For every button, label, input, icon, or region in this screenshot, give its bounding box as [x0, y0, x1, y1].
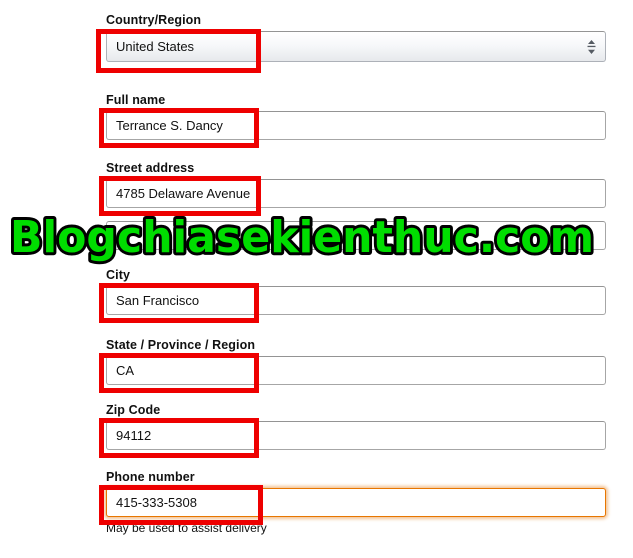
address-form-screenshot: Country/Region United States Full name T…: [0, 0, 633, 558]
input-phone-number[interactable]: [106, 488, 606, 517]
helper-text-phone-number: May be used to assist delivery: [106, 521, 267, 535]
field-group-full-name: Full name: [106, 93, 606, 140]
field-group-street-address-2: [106, 221, 606, 250]
input-state-province-region[interactable]: [106, 356, 606, 385]
field-group-phone-number: Phone number May be used to assist deliv…: [106, 470, 606, 536]
label-phone-number: Phone number: [106, 470, 195, 484]
select-country-region[interactable]: United States: [106, 31, 606, 62]
field-group-city: City: [106, 268, 606, 315]
label-full-name: Full name: [106, 93, 166, 107]
input-full-name[interactable]: [106, 111, 606, 140]
input-city[interactable]: [106, 286, 606, 315]
label-city: City: [106, 268, 131, 282]
shipping-address-form: Country/Region United States Full name T…: [0, 0, 633, 558]
field-group-country-region: Country/Region United States: [106, 13, 606, 62]
label-country-region: Country/Region: [106, 13, 202, 27]
input-street-address[interactable]: [106, 179, 606, 208]
label-street-address: Street address: [106, 161, 195, 175]
select-wrap-country-region[interactable]: United States: [106, 31, 606, 62]
input-street-address-2[interactable]: [106, 221, 606, 250]
field-group-state-province-region: State / Province / Region: [106, 338, 606, 385]
input-zip-code[interactable]: [106, 421, 606, 450]
label-state-province-region: State / Province / Region: [106, 338, 256, 352]
field-group-zip-code: Zip Code: [106, 403, 606, 450]
field-group-street-address: Street address: [106, 161, 606, 208]
label-zip-code: Zip Code: [106, 403, 161, 417]
